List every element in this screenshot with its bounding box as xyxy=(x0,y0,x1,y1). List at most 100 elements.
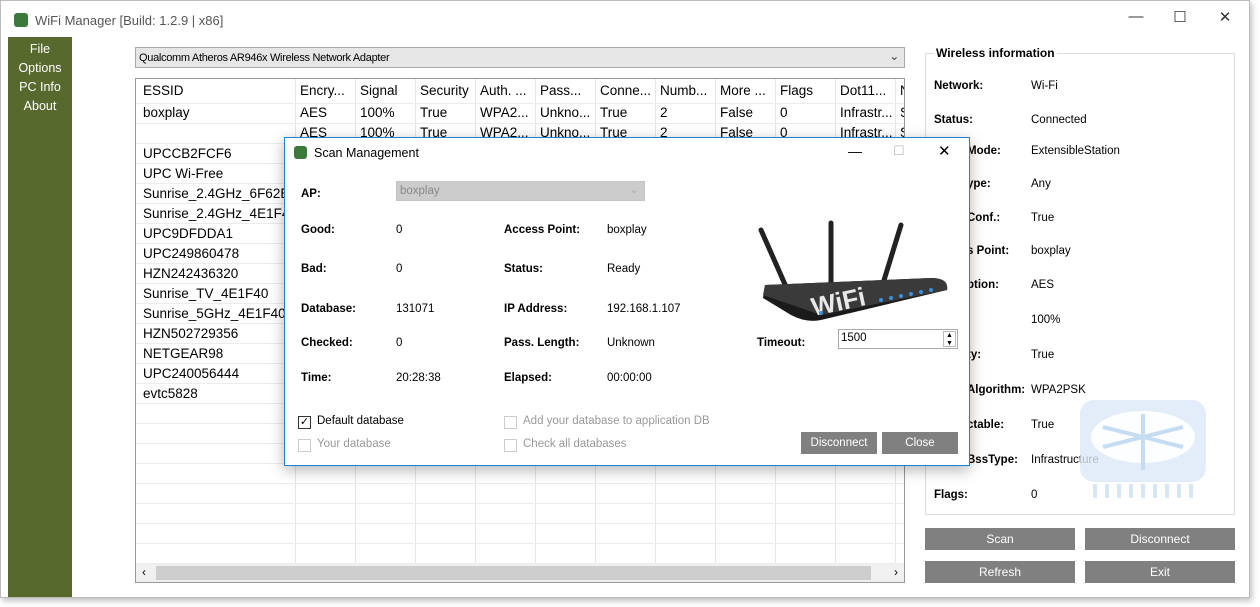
dragonfly-watermark-icon xyxy=(1080,400,1206,498)
checkbox[interactable] xyxy=(504,439,517,452)
column-header-5[interactable]: Pass... xyxy=(540,83,593,98)
wireless-field-label: ype: xyxy=(967,178,991,190)
table-cell[interactable]: Sunrise_2.4GHz_6F62E6 xyxy=(143,186,293,201)
scan-button[interactable]: Scan xyxy=(925,528,1075,550)
dialog-left-value: 0 xyxy=(396,224,403,236)
table-cell[interactable]: evtc5828 xyxy=(143,386,293,401)
sidebar: File Options PC Info About xyxy=(8,37,72,597)
column-header-11[interactable]: N xyxy=(900,83,904,98)
column-header-0[interactable]: ESSID xyxy=(143,83,293,98)
disconnect-button[interactable]: Disconnect xyxy=(1085,528,1235,550)
dialog-left-label: Database: xyxy=(301,303,356,315)
dialog-close-x-button[interactable]: ✕ xyxy=(938,142,951,160)
table-cell[interactable]: False xyxy=(720,105,773,120)
table-cell[interactable]: HZN242436320 xyxy=(143,266,293,281)
table-cell[interactable]: UPC Wi-Free xyxy=(143,166,293,181)
table-cell[interactable]: UPC9DFDDA1 xyxy=(143,226,293,241)
table-cell[interactable]: UPC240056444 xyxy=(143,366,293,381)
dialog-right-label: Pass. Length: xyxy=(504,337,580,349)
row-divider xyxy=(136,123,904,124)
timeout-value: 1500 xyxy=(841,332,867,344)
table-cell[interactable]: AES xyxy=(300,105,353,120)
dialog-right-label: Status: xyxy=(504,263,543,275)
wireless-field-label: ctable: xyxy=(967,419,1005,431)
timeout-label: Timeout: xyxy=(757,337,806,349)
wireless-field-value: True xyxy=(1031,349,1055,361)
sidebar-item-options[interactable]: Options xyxy=(8,59,72,78)
table-cell[interactable]: 0 xyxy=(780,105,833,120)
dialog-left-label: Checked: xyxy=(301,337,353,349)
dialog-disconnect-button[interactable]: Disconnect xyxy=(801,432,877,454)
row-divider xyxy=(136,483,904,484)
wireless-field-label: Conf.: xyxy=(967,212,1001,224)
scrollbar-thumb[interactable] xyxy=(156,566,871,580)
checkbox[interactable] xyxy=(298,439,311,452)
dialog-maximize-button[interactable]: ☐ xyxy=(893,143,905,159)
row-divider xyxy=(136,523,904,524)
dialog-minimize-button[interactable]: — xyxy=(848,143,862,159)
checkbox-checked-icon[interactable]: ✓ xyxy=(298,416,311,429)
dialog-left-value: 0 xyxy=(396,337,403,349)
column-header-9[interactable]: Flags xyxy=(780,83,833,98)
adapter-selected: Qualcomm Atheros AR946x Wireless Network… xyxy=(139,52,390,64)
table-cell[interactable]: Infrastr... xyxy=(840,105,893,120)
checkbox-label: Your database xyxy=(317,438,391,450)
wireless-field-value: ExtensibleStation xyxy=(1031,145,1120,157)
checkbox[interactable] xyxy=(504,416,517,429)
column-header-8[interactable]: More ... xyxy=(720,83,773,98)
dialog-right-label: Access Point: xyxy=(504,224,581,236)
chevron-down-icon: ⌄ xyxy=(889,49,899,63)
ap-select[interactable]: boxplay ⌄ xyxy=(396,181,645,201)
dialog-left-value: 131071 xyxy=(396,303,435,315)
wireless-field-label: Algorithm: xyxy=(967,384,1026,396)
column-header-7[interactable]: Numb... xyxy=(660,83,713,98)
ap-label: AP: xyxy=(301,188,321,200)
table-cell[interactable]: Unkno... xyxy=(540,105,593,120)
table-cell[interactable]: UPC249860478 xyxy=(143,246,293,261)
column-header-6[interactable]: Conne... xyxy=(600,83,653,98)
wireless-field-value: 0 xyxy=(1031,489,1038,501)
adapter-select[interactable]: Qualcomm Atheros AR946x Wireless Network… xyxy=(135,47,905,68)
refresh-button[interactable]: Refresh xyxy=(925,561,1075,583)
wireless-field-label: BssType: xyxy=(967,454,1018,466)
spin-arrows-icon[interactable]: ▲ ▼ xyxy=(943,331,956,347)
column-header-3[interactable]: Security xyxy=(420,83,473,98)
column-header-4[interactable]: Auth. ... xyxy=(480,83,533,98)
router-image: WiFi xyxy=(758,220,948,322)
column-header-1[interactable]: Encry... xyxy=(300,83,353,98)
column-header-2[interactable]: Signal xyxy=(360,83,413,98)
table-cell[interactable]: S xyxy=(900,105,904,120)
table-cell[interactable]: UPCCB2FCF6 xyxy=(143,146,293,161)
dialog-left-label: Good: xyxy=(301,224,335,236)
checkbox-label: Check all databases xyxy=(523,438,627,450)
column-header-10[interactable]: Dot11... xyxy=(840,83,893,98)
dialog-close-button[interactable]: Close xyxy=(882,432,958,454)
table-cell[interactable]: True xyxy=(420,105,473,120)
table-cell[interactable]: Sunrise_2.4GHz_4E1F40 xyxy=(143,206,293,221)
dialog-right-value: 00:00:00 xyxy=(607,372,652,384)
scroll-right-icon[interactable]: › xyxy=(894,565,898,579)
dialog-left-label: Time: xyxy=(301,372,332,384)
wireless-field-value: Connected xyxy=(1031,114,1087,126)
wireless-field-value: Wi-Fi xyxy=(1031,80,1058,92)
table-cell[interactable]: Sunrise_TV_4E1F40 xyxy=(143,286,293,301)
table-cell[interactable]: WPA2... xyxy=(480,105,533,120)
table-cell[interactable]: HZN502729356 xyxy=(143,326,293,341)
table-cell[interactable]: NETGEAR98 xyxy=(143,346,293,361)
sidebar-item-file[interactable]: File xyxy=(8,40,72,59)
exit-button[interactable]: Exit xyxy=(1085,561,1235,583)
sidebar-item-about[interactable]: About xyxy=(8,97,72,116)
table-cell[interactable]: 100% xyxy=(360,105,413,120)
sidebar-item-pc-info[interactable]: PC Info xyxy=(8,78,72,97)
table-cell[interactable]: True xyxy=(600,105,653,120)
timeout-stepper[interactable]: 1500 ▲ ▼ xyxy=(838,329,958,349)
horizontal-scrollbar[interactable]: ‹ › xyxy=(136,564,904,582)
close-button[interactable]: ✕ xyxy=(1210,8,1240,26)
minimize-button[interactable]: — xyxy=(1121,8,1151,25)
maximize-button[interactable]: ☐ xyxy=(1165,8,1195,26)
scroll-left-icon[interactable]: ‹ xyxy=(142,565,146,579)
table-cell[interactable]: 2 xyxy=(660,105,713,120)
table-cell[interactable]: boxplay xyxy=(143,105,293,120)
table-cell[interactable]: Sunrise_5GHz_4E1F40 xyxy=(143,306,293,321)
window-title: WiFi Manager [Build: 1.2.9 | x86] xyxy=(35,13,224,28)
